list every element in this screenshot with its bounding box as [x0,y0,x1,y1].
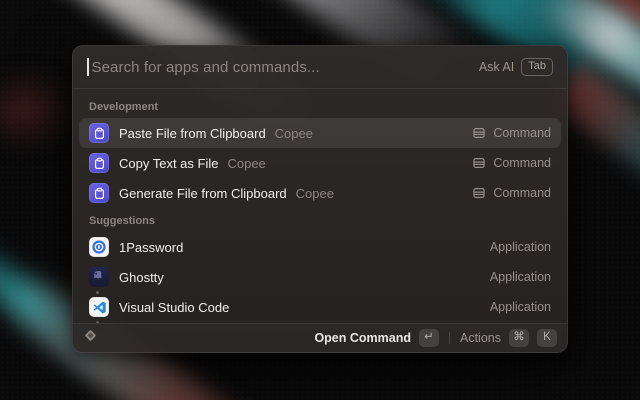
section-header-suggestions: Suggestions [79,208,561,232]
item-accessory: Command [472,156,551,170]
item-type-label: Application [490,240,551,254]
item-type-label: Command [493,186,551,200]
actions-button[interactable]: Actions [460,331,501,345]
tab-keycap: Tab [521,58,553,76]
results-list: Development Paste File from Clipboard Co… [73,89,567,323]
search-input[interactable]: Search for apps and commands... [92,59,479,76]
item-title: Visual Studio Code [119,300,229,315]
search-bar[interactable]: Search for apps and commands... Ask AI T… [73,46,567,89]
command-type-icon [472,186,486,200]
item-title: Paste File from Clipboard [119,126,266,141]
return-keycap: ↵ [419,329,439,347]
list-item-ghostty[interactable]: Ghostty Application [79,262,561,292]
item-type-label: Command [493,156,551,170]
text-caret [87,58,89,76]
list-item-paste-file-from-clipboard[interactable]: Paste File from Clipboard Copee Command [79,118,561,148]
list-item-copy-text-as-file[interactable]: Copy Text as File Copee Command [79,148,561,178]
open-command-button[interactable]: Open Command [314,331,411,345]
item-accessory: Command [472,186,551,200]
list-item-generate-file-from-clipboard[interactable]: Generate File from Clipboard Copee Comma… [79,178,561,208]
wallpaper-streak [0,70,80,150]
raycast-launcher-window: Search for apps and commands... Ask AI T… [72,45,568,353]
item-type-label: Application [490,270,551,284]
item-title: Generate File from Clipboard [119,186,287,201]
item-subtitle: Copee [275,126,313,141]
raycast-icon [83,328,98,348]
ask-ai-label: Ask AI [479,60,514,74]
item-accessory: Application [490,300,551,314]
1password-icon [89,237,109,257]
command-type-icon [472,156,486,170]
command-keycap: ⌘ [509,329,529,347]
command-type-icon [472,126,486,140]
footer-divider [449,332,450,344]
running-indicator-dot [96,321,99,323]
clipboard-icon [89,183,109,203]
k-keycap: K [537,329,557,347]
list-item-visual-studio-code[interactable]: Visual Studio Code Application [79,292,561,322]
section-header-development: Development [79,94,561,118]
ask-ai-button[interactable]: Ask AI Tab [479,58,553,76]
ghostty-icon [89,267,109,287]
action-bar: Open Command ↵ Actions ⌘ K [73,323,567,352]
item-type-label: Application [490,300,551,314]
item-title: 1Password [119,240,183,255]
item-subtitle: Copee [296,186,334,201]
list-item-1password[interactable]: 1Password Application [79,232,561,262]
clipboard-icon [89,123,109,143]
item-accessory: Command [472,126,551,140]
clipboard-icon [89,153,109,173]
item-title: Copy Text as File [119,156,218,171]
vscode-icon [89,297,109,317]
item-type-label: Command [493,126,551,140]
item-subtitle: Copee [227,156,265,171]
item-accessory: Application [490,270,551,284]
item-title: Ghostty [119,270,164,285]
item-accessory: Application [490,240,551,254]
